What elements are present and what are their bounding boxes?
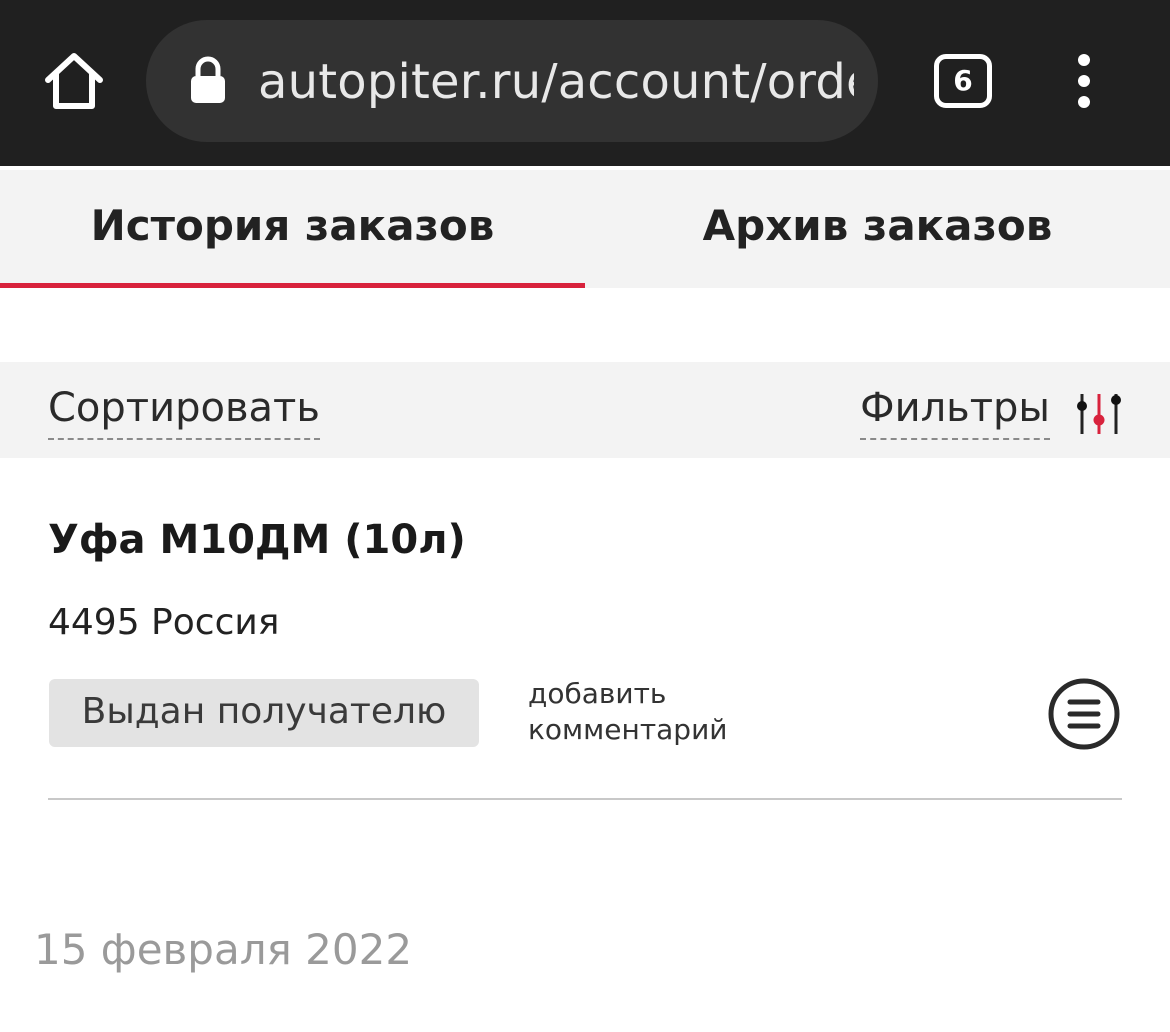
add-comment-link[interactable]: добавить комментарий: [528, 676, 788, 748]
lock-icon: [188, 56, 228, 106]
filter-button[interactable]: Фильтры: [860, 382, 1050, 440]
sliders-icon[interactable]: [1072, 390, 1126, 438]
order-title[interactable]: Уфа М10ДМ (10л): [48, 510, 466, 570]
tab-switcher-button[interactable]: 6: [934, 54, 992, 108]
order-meta: 4495 Россия: [48, 602, 280, 643]
home-icon[interactable]: [40, 50, 108, 112]
order-tabs: История заказов Архив заказов: [0, 170, 1170, 288]
url-text[interactable]: autopiter.ru/account/orders: [258, 52, 854, 112]
list-circle-icon[interactable]: [1046, 676, 1122, 752]
address-bar[interactable]: autopiter.ru/account/orders: [146, 20, 878, 142]
tab-order-archive[interactable]: Архив заказов: [585, 170, 1170, 288]
tab-count: 6: [953, 64, 973, 97]
browser-toolbar: autopiter.ru/account/orders 6: [0, 0, 1170, 166]
sort-button[interactable]: Сортировать: [48, 382, 320, 440]
sort-filter-bar: Сортировать Фильтры: [0, 362, 1170, 458]
active-tab-indicator: [0, 283, 585, 288]
order-divider: [48, 798, 1122, 800]
overflow-menu-icon[interactable]: [1066, 52, 1102, 112]
status-badge: Выдан получателю: [49, 679, 479, 747]
date-group-label: 15 февраля 2022: [34, 925, 413, 974]
tab-order-history[interactable]: История заказов: [0, 170, 585, 288]
